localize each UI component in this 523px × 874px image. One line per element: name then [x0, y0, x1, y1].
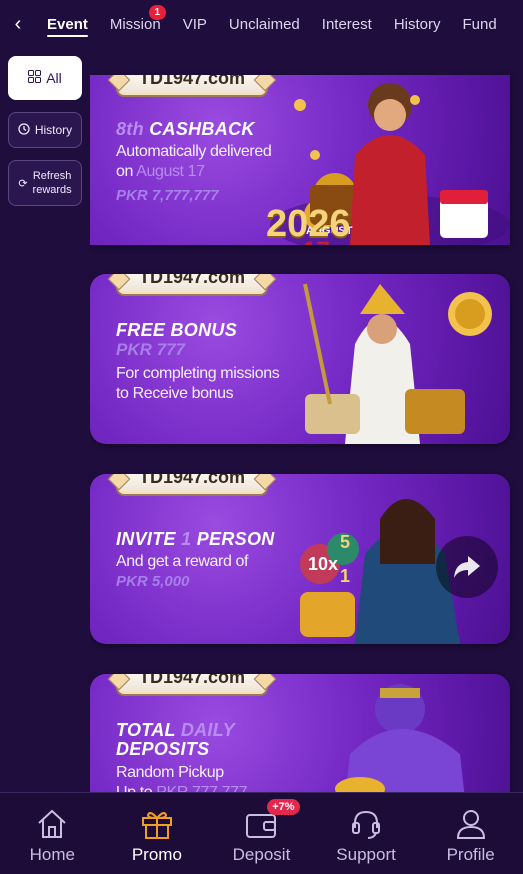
back-button[interactable]: ‹ — [0, 0, 36, 48]
refresh-icon: ⟳ — [18, 177, 28, 190]
refresh-rewards-button[interactable]: ⟳ Refresh rewards — [8, 160, 82, 206]
tab-event[interactable]: Event — [36, 0, 99, 48]
banner-line2: to Receive bonus — [116, 385, 234, 402]
brand-logo: TD1947.com — [118, 474, 266, 494]
clock-icon — [18, 122, 30, 138]
deposit-bonus-badge: +7% — [267, 799, 300, 815]
banner-title-2: DEPOSITS — [116, 739, 210, 759]
tab-history[interactable]: History — [383, 0, 452, 48]
banner-amount: PKR 5,000 — [116, 573, 190, 590]
nav-support[interactable]: Support — [314, 793, 419, 874]
tab-vip[interactable]: VIP — [172, 0, 218, 48]
banner-line1: Automatically delivered — [116, 143, 272, 160]
banner-line2: on August 17 — [116, 163, 205, 180]
banner-line2: Up to PKR 777,777 — [116, 784, 247, 792]
banner-amount: PKR 7,777,777 — [116, 187, 219, 204]
chip-value: 5 — [340, 532, 351, 552]
chevron-left-icon: ‹ — [14, 12, 22, 35]
promo-banner-daily-deposits[interactable]: TD1947.com TOTAL DAILY DEPOSITS Random P… — [90, 674, 510, 792]
grid-icon — [28, 70, 42, 86]
headset-icon — [346, 807, 386, 841]
banner-title: FREE BONUS — [116, 320, 238, 340]
banner-title: TOTAL DAILY — [116, 720, 235, 740]
brand-logo: TD1947.com — [118, 75, 266, 95]
chip-value-2: 1 — [340, 566, 351, 586]
nav-promo[interactable]: Promo — [105, 793, 210, 874]
banner-title: 8th CASHBACK — [116, 119, 255, 139]
tab-mission[interactable]: Mission 1 — [99, 0, 172, 48]
nav-home[interactable]: Home — [0, 793, 105, 874]
chip-multiplier: 10x — [308, 554, 339, 574]
banner-line1: And get a reward of — [116, 553, 249, 570]
tab-interest[interactable]: Interest — [311, 0, 383, 48]
promo-banner-free-bonus[interactable]: TD1947.com FREE BONUS PKR 777 For comple… — [90, 274, 510, 444]
top-nav: ‹ Event Mission 1 VIP Unclaimed Interest … — [0, 0, 523, 48]
tab-fund[interactable]: Fund — [451, 0, 507, 48]
banner-amount: PKR 777 — [116, 340, 185, 359]
share-button[interactable] — [436, 536, 498, 598]
nav-profile[interactable]: Profile — [418, 793, 523, 874]
home-icon — [32, 807, 72, 841]
banner-line1: For completing missions — [116, 365, 280, 382]
promo-list: AUGUST 17 2026 TD1947.com 8th CASHBACK A… — [90, 48, 523, 792]
notification-badge: 1 — [148, 5, 166, 20]
filter-sidebar: All History ⟳ Refresh rewards — [8, 56, 82, 218]
promo-banner-cashback[interactable]: AUGUST 17 2026 TD1947.com 8th CASHBACK A… — [90, 75, 510, 245]
gift-icon — [137, 807, 177, 841]
brand-logo: TD1947.com — [118, 274, 266, 294]
bottom-nav: Home Promo +7% Deposit Support Profile — [0, 792, 523, 874]
filter-all-button[interactable]: All — [8, 56, 82, 100]
filter-history-button[interactable]: History — [8, 112, 82, 148]
banner-line1: Random Pickup — [116, 764, 224, 781]
share-arrow-icon — [454, 556, 480, 578]
banner-title: INVITE 1 PERSON — [116, 529, 275, 549]
year-label: 2026 — [266, 203, 351, 245]
free-bonus-art — [303, 283, 492, 444]
brand-logo: TD1947.com — [118, 674, 266, 694]
nav-deposit[interactable]: +7% Deposit — [209, 793, 314, 874]
person-icon — [451, 807, 491, 841]
tab-unclaimed[interactable]: Unclaimed — [218, 0, 311, 48]
genie-art — [335, 684, 465, 792]
